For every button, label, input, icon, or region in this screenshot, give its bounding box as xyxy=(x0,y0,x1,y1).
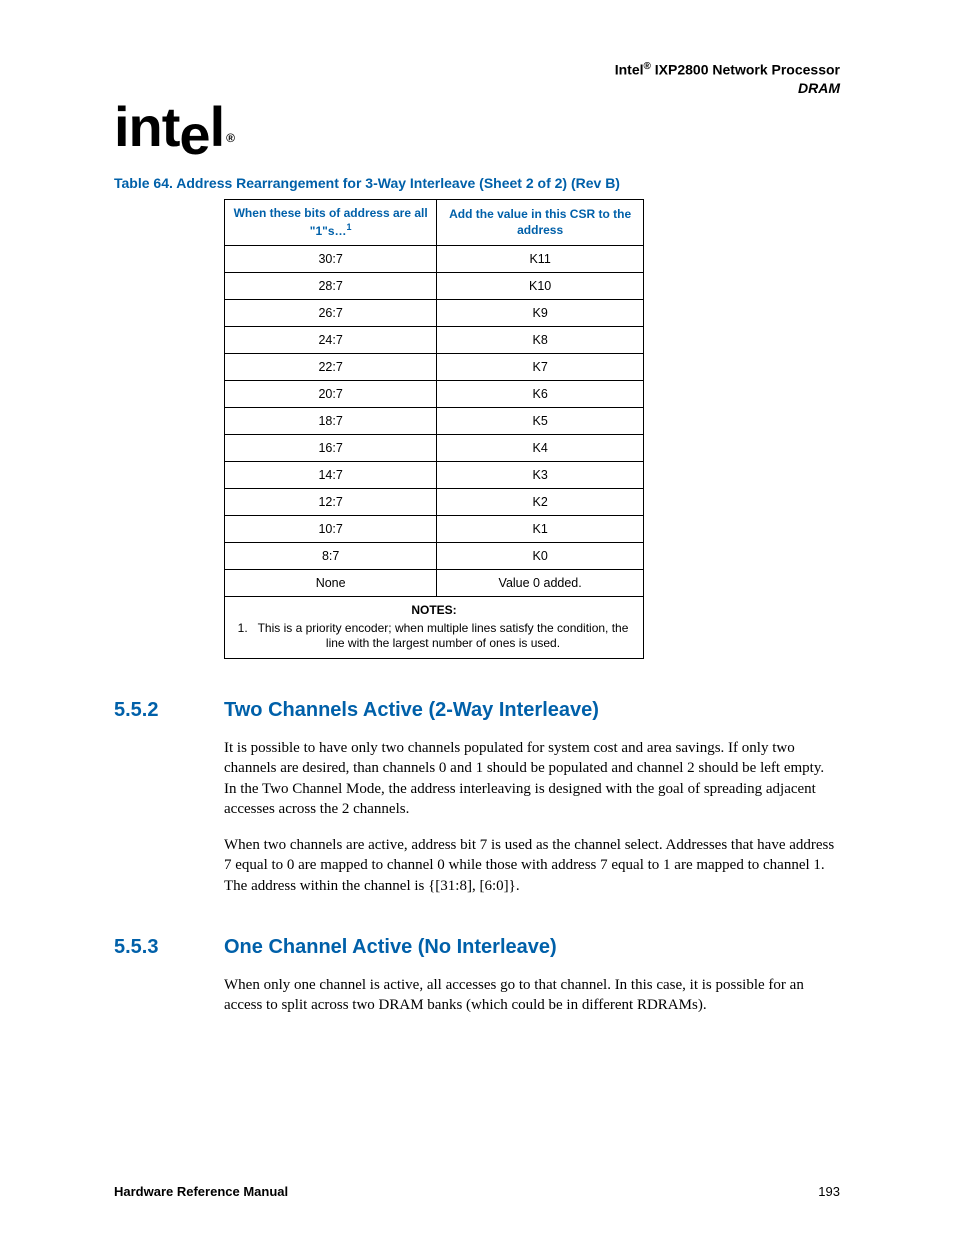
paragraph: It is possible to have only two channels… xyxy=(224,738,840,819)
table-cell-csr: K9 xyxy=(437,300,644,327)
intel-logo: intel® xyxy=(114,105,232,150)
table-row: 20:7K6 xyxy=(225,381,644,408)
page-footer: Hardware Reference Manual 193 xyxy=(114,1184,840,1199)
header-subtitle: DRAM xyxy=(798,80,840,96)
table-cell-bits: 14:7 xyxy=(225,462,437,489)
header-product: IXP2800 Network Processor xyxy=(655,62,840,78)
table-row: 8:7K0 xyxy=(225,543,644,570)
notes-label: NOTES: xyxy=(411,603,456,617)
table-cell-bits: 22:7 xyxy=(225,354,437,381)
table-cell-bits: 26:7 xyxy=(225,300,437,327)
table-cell-csr: K4 xyxy=(437,435,644,462)
logo-reg: ® xyxy=(226,131,234,145)
table-cell-csr: K6 xyxy=(437,381,644,408)
table-row: 30:7K11 xyxy=(225,246,644,273)
section: 5.5.2Two Channels Active (2-Way Interlea… xyxy=(114,699,840,896)
table-col2-header: Add the value in this CSR to the address xyxy=(437,200,644,246)
table-cell-csr: K10 xyxy=(437,273,644,300)
section-body: It is possible to have only two channels… xyxy=(224,738,840,896)
table-row: 16:7K4 xyxy=(225,435,644,462)
table-row: 22:7K7 xyxy=(225,354,644,381)
table-row: 10:7K1 xyxy=(225,516,644,543)
table-row: 28:7K10 xyxy=(225,273,644,300)
table-cell-bits: 28:7 xyxy=(225,273,437,300)
table-cell-bits: 16:7 xyxy=(225,435,437,462)
table-caption: Table 64. Address Rearrangement for 3-Wa… xyxy=(114,175,840,191)
table-row: 24:7K8 xyxy=(225,327,644,354)
footer-page-number: 193 xyxy=(818,1184,840,1199)
table-row: 14:7K3 xyxy=(225,462,644,489)
table-cell-csr: K1 xyxy=(437,516,644,543)
table-row: 18:7K5 xyxy=(225,408,644,435)
section: 5.5.3One Channel Active (No Interleave) W… xyxy=(114,936,840,1016)
footer-left: Hardware Reference Manual xyxy=(114,1184,288,1199)
table-cell-csr: K11 xyxy=(437,246,644,273)
table-cell-csr: K7 xyxy=(437,354,644,381)
table-cell-csr: K2 xyxy=(437,489,644,516)
notes-list: This is a priority encoder; when multipl… xyxy=(233,621,635,652)
table-cell-bits: 12:7 xyxy=(225,489,437,516)
table-cell-csr: K5 xyxy=(437,408,644,435)
interleave-table: When these bits of address are all "1"s…… xyxy=(224,199,644,659)
header-brand: Intel xyxy=(615,62,644,78)
section-title: One Channel Active (No Interleave) xyxy=(224,936,557,959)
table-cell-bits: 30:7 xyxy=(225,246,437,273)
table-cell-csr: K0 xyxy=(437,543,644,570)
logo-part-b: e xyxy=(179,113,209,158)
table-cell-bits: 8:7 xyxy=(225,543,437,570)
table-row: NoneValue 0 added. xyxy=(225,570,644,597)
table-col1-sup: 1 xyxy=(347,222,352,232)
section-body: When only one channel is active, all acc… xyxy=(224,975,840,1016)
table-cell-csr: K8 xyxy=(437,327,644,354)
table-cell-bits: 10:7 xyxy=(225,516,437,543)
paragraph: When only one channel is active, all acc… xyxy=(224,975,840,1016)
page-header: Intel® IXP2800 Network Processor DRAM xyxy=(114,60,840,97)
section-heading: 5.5.3One Channel Active (No Interleave) xyxy=(114,936,840,959)
table-cell-bits: 20:7 xyxy=(225,381,437,408)
table-cell-bits: 24:7 xyxy=(225,327,437,354)
table-col1-header: When these bits of address are all "1"s…… xyxy=(225,200,437,246)
note-item: This is a priority encoder; when multipl… xyxy=(251,621,635,652)
table-cell-bits: 18:7 xyxy=(225,408,437,435)
table-cell-csr: Value 0 added. xyxy=(437,570,644,597)
table-row: 12:7K2 xyxy=(225,489,644,516)
table-cell-bits: None xyxy=(225,570,437,597)
logo-part-c: l xyxy=(210,95,225,158)
logo-row: intel® xyxy=(114,105,840,165)
section-number: 5.5.2 xyxy=(114,699,224,722)
header-reg: ® xyxy=(644,61,651,72)
paragraph: When two channels are active, address bi… xyxy=(224,835,840,896)
section-heading: 5.5.2Two Channels Active (2-Way Interlea… xyxy=(114,699,840,722)
table-notes-row: NOTES: This is a priority encoder; when … xyxy=(225,597,644,659)
logo-part-a: int xyxy=(114,95,179,158)
section-title: Two Channels Active (2-Way Interleave) xyxy=(224,699,599,722)
table-cell-csr: K3 xyxy=(437,462,644,489)
section-number: 5.5.3 xyxy=(114,936,224,959)
table-col1-text: When these bits of address are all "1"s… xyxy=(234,206,428,238)
table-row: 26:7K9 xyxy=(225,300,644,327)
